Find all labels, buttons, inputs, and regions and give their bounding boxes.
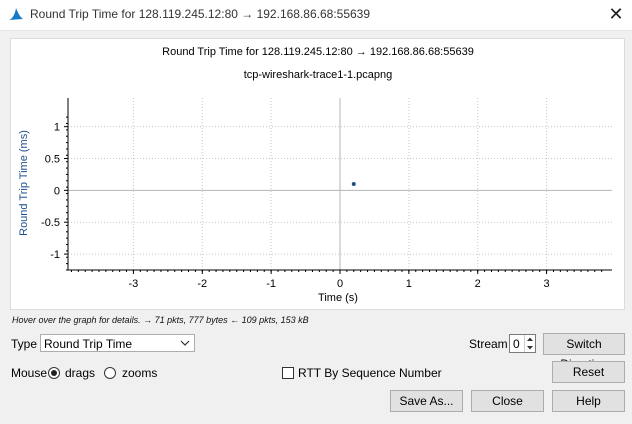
- stream-value: 0: [513, 337, 520, 351]
- y-tick-label: 1: [54, 122, 60, 134]
- chart-subtitle: tcp-wireshark-trace1-1.pcapng: [244, 69, 393, 81]
- type-select[interactable]: Round Trip Time: [40, 334, 195, 352]
- x-tick-label: 0: [337, 278, 343, 290]
- rtt-by-sequence-checkbox[interactable]: [282, 367, 294, 379]
- mouse-label: Mouse: [11, 366, 48, 380]
- y-tick-label: -1: [50, 249, 60, 261]
- reset-button[interactable]: Reset: [552, 361, 625, 383]
- window-title: Round Trip Time for 128.119.245.12:80 → …: [30, 7, 371, 21]
- x-tick-label: -1: [266, 278, 276, 290]
- y-tick-label: 0: [54, 185, 60, 197]
- stream-label: Stream: [469, 337, 508, 351]
- drags-label: drags: [65, 366, 96, 380]
- title-bar: Round Trip Time for 128.119.245.12:80 → …: [0, 0, 632, 31]
- x-tick-label: -3: [129, 278, 139, 290]
- points-layer: [351, 182, 356, 186]
- drags-radio[interactable]: [48, 367, 60, 379]
- x-axis-label: Time (s): [318, 292, 358, 304]
- switch-direction-button[interactable]: Switch Direction: [543, 333, 625, 371]
- type-select-value: Round Trip Time: [44, 337, 133, 351]
- type-label: Type: [11, 337, 38, 351]
- x-tick-label: -2: [197, 278, 207, 290]
- zooms-radio[interactable]: [104, 367, 116, 379]
- grid-layer: [68, 98, 612, 270]
- y-tick-label: 0.5: [45, 154, 60, 166]
- close-icon[interactable]: ✕: [600, 0, 632, 28]
- graph-panel[interactable]: Round Trip Time for 128.119.245.12:80 → …: [10, 38, 625, 310]
- save-as-button[interactable]: Save As...: [390, 390, 463, 412]
- zooms-label: zooms: [122, 366, 158, 380]
- hover-hint: Hover over the graph for details. → 71 p…: [12, 315, 309, 325]
- spin-arrows-icon[interactable]: [524, 335, 535, 352]
- x-tick-label: 3: [544, 278, 550, 290]
- chart-title: Round Trip Time for 128.119.245.12:80 → …: [162, 46, 474, 58]
- help-button[interactable]: Help: [552, 390, 625, 412]
- x-tick-label: 2: [475, 278, 481, 290]
- stream-spinbox[interactable]: 0: [509, 334, 536, 353]
- x-tick-label: 1: [406, 278, 412, 290]
- rtt-by-sequence-label: RTT By Sequence Number: [298, 366, 442, 380]
- y-axis-label: Round Trip Time (ms): [18, 130, 30, 236]
- close-button[interactable]: Close: [471, 390, 544, 412]
- wireshark-fin-icon: [9, 8, 23, 20]
- rtt-data-point: [351, 182, 356, 186]
- y-tick-label: -0.5: [41, 217, 60, 229]
- chevron-down-icon: [180, 340, 190, 346]
- rtt-graph[interactable]: Round Trip Time for 128.119.245.12:80 → …: [11, 39, 624, 309]
